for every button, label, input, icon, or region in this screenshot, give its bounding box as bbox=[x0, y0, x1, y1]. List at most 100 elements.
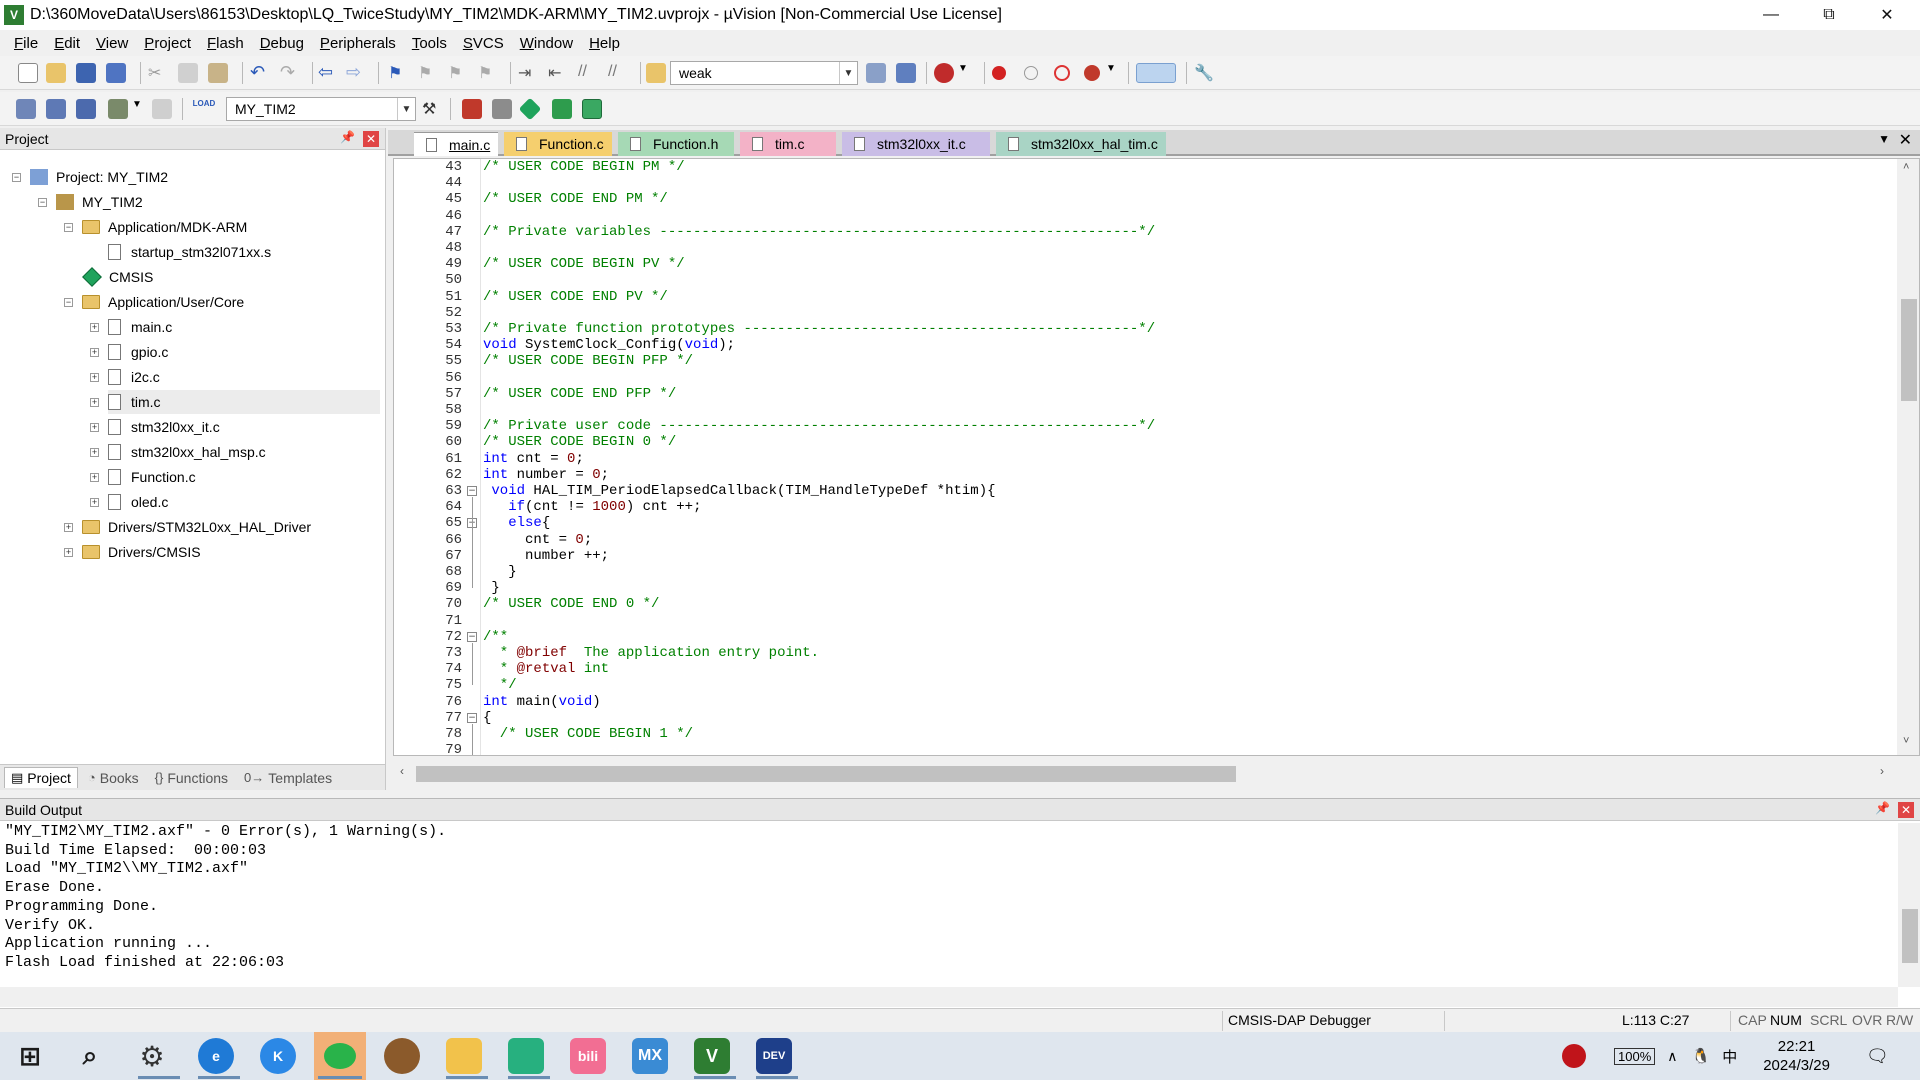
expand-icon[interactable]: + bbox=[90, 448, 99, 457]
panel-tab-functions[interactable]: {} Functions bbox=[149, 768, 234, 788]
code-line[interactable]: 47 /* Private variables -----------------… bbox=[394, 224, 1919, 240]
tree-item[interactable]: − Project: MY_TIM2 bbox=[12, 165, 380, 189]
uncomment-icon[interactable]: // bbox=[608, 63, 628, 83]
menu-file[interactable]: File bbox=[6, 35, 46, 52]
code-line[interactable]: 54 void SystemClock_Config(void); bbox=[394, 337, 1919, 353]
kill-breakpoints-icon[interactable] bbox=[1054, 65, 1070, 81]
code-line[interactable]: 58 bbox=[394, 402, 1919, 418]
stop-build-icon[interactable] bbox=[152, 99, 172, 119]
tab-stm32l0xx_it-c[interactable]: stm32l0xx_it.c bbox=[842, 132, 990, 156]
tree-item[interactable]: − Application/User/Core bbox=[64, 290, 380, 314]
settings-gear-icon[interactable]: ⚙ bbox=[134, 1038, 170, 1074]
disable-breakpoint-icon[interactable] bbox=[1024, 66, 1038, 80]
menu-project[interactable]: Project bbox=[136, 35, 199, 52]
select-software-packs-icon[interactable] bbox=[552, 99, 572, 119]
manage-run-time-environment-icon[interactable] bbox=[518, 97, 542, 121]
fold-icon[interactable]: − bbox=[467, 631, 477, 642]
code-line[interactable]: 68 } bbox=[394, 564, 1919, 580]
navigate-forward-icon[interactable]: ⇨ bbox=[346, 63, 366, 83]
menu-tools[interactable]: Tools bbox=[404, 35, 455, 52]
configure-icon[interactable]: 🔧 bbox=[1194, 63, 1214, 83]
expand-icon[interactable]: + bbox=[90, 473, 99, 482]
chevron-down-icon[interactable]: ▼ bbox=[397, 98, 415, 120]
fold-icon[interactable]: − bbox=[467, 712, 477, 723]
clear-bookmarks-icon[interactable]: ⚑ bbox=[478, 63, 498, 83]
code-line[interactable]: 69 } bbox=[394, 580, 1919, 596]
code-line[interactable]: 65− else{ bbox=[394, 515, 1919, 531]
code-line[interactable]: 66 cnt = 0; bbox=[394, 532, 1919, 548]
edge-browser-icon[interactable]: e bbox=[198, 1038, 234, 1074]
security-app-icon[interactable] bbox=[1562, 1044, 1586, 1068]
scroll-down-icon[interactable]: ˅ bbox=[1903, 735, 1909, 747]
k-app-icon[interactable]: K bbox=[260, 1038, 296, 1074]
code-line[interactable]: 55 /* USER CODE BEGIN PFP */ bbox=[394, 353, 1919, 369]
bookmark-icon[interactable]: ⚑ bbox=[388, 63, 408, 83]
batch-build-icon[interactable] bbox=[108, 99, 128, 119]
tree-item[interactable]: + tim.c bbox=[90, 390, 380, 414]
code-line[interactable]: 75 */ bbox=[394, 677, 1919, 693]
code-line[interactable]: 49 /* USER CODE BEGIN PV */ bbox=[394, 256, 1919, 272]
close-icon[interactable]: ✕ bbox=[363, 131, 379, 147]
cut-icon[interactable]: ✂ bbox=[148, 63, 168, 83]
next-bookmark-icon[interactable]: ⚑ bbox=[448, 63, 468, 83]
menu-peripherals[interactable]: Peripherals bbox=[312, 35, 404, 52]
code-line[interactable]: 74 * @retval int bbox=[394, 661, 1919, 677]
unindent-icon[interactable]: ⇤ bbox=[548, 63, 568, 83]
debug-session-icon[interactable] bbox=[934, 63, 954, 83]
collapse-icon[interactable]: − bbox=[64, 223, 73, 232]
close-icon[interactable]: ✕ bbox=[1898, 802, 1914, 818]
chevron-down-icon[interactable]: ▼ bbox=[839, 62, 857, 84]
panel-tab-project[interactable]: ▤ Project bbox=[4, 767, 78, 788]
expand-icon[interactable]: + bbox=[90, 373, 99, 382]
menu-help[interactable]: Help bbox=[581, 35, 628, 52]
expand-icon[interactable]: + bbox=[90, 348, 99, 357]
windows-start-icon[interactable]: ⊞ bbox=[12, 1038, 48, 1074]
panel-tab-books[interactable]: ◔ Books bbox=[82, 768, 145, 788]
restore-button[interactable]: ⧉ bbox=[1800, 0, 1858, 30]
panel-tab-templates[interactable]: 0→ Templates bbox=[238, 768, 338, 788]
code-line[interactable]: 56 bbox=[394, 370, 1919, 386]
undo-icon[interactable]: ↶ bbox=[250, 63, 270, 83]
bilibili-icon[interactable]: bili bbox=[570, 1038, 606, 1074]
menu-debug[interactable]: Debug bbox=[252, 35, 312, 52]
window-layout-icon[interactable] bbox=[1136, 63, 1176, 83]
game-app-icon[interactable] bbox=[384, 1038, 420, 1074]
options-for-target-icon[interactable]: ⚒ bbox=[422, 99, 442, 119]
stm32cubemx-icon[interactable]: MX bbox=[632, 1038, 668, 1074]
code-line[interactable]: 78 /* USER CODE BEGIN 1 */ bbox=[394, 726, 1919, 742]
code-line[interactable]: 71 bbox=[394, 613, 1919, 629]
notifications-icon[interactable]: 🗨 bbox=[1866, 1046, 1889, 1067]
tree-item[interactable]: startup_stm32l071xx.s bbox=[108, 240, 380, 264]
download-icon[interactable]: LOAD bbox=[192, 99, 216, 119]
code-line[interactable]: 59 /* Private user code -----------------… bbox=[394, 418, 1919, 434]
translate-icon[interactable] bbox=[16, 99, 36, 119]
code-line[interactable]: 45 /* USER CODE END PM */ bbox=[394, 191, 1919, 207]
code-line[interactable]: 61 int cnt = 0; bbox=[394, 451, 1919, 467]
tree-item[interactable]: + i2c.c bbox=[90, 365, 380, 389]
tree-item[interactable]: + Function.c bbox=[90, 465, 380, 489]
pin-icon[interactable]: 📌 bbox=[1875, 801, 1890, 815]
expand-icon[interactable]: + bbox=[64, 523, 73, 532]
wechat-icon[interactable] bbox=[314, 1032, 366, 1080]
tab-tim-c[interactable]: tim.c bbox=[740, 132, 836, 156]
tree-item[interactable]: − MY_TIM2 bbox=[38, 190, 380, 214]
chevron-up-icon[interactable]: ∧ bbox=[1667, 1048, 1677, 1065]
code-line[interactable]: 43 /* USER CODE BEGIN PM */ bbox=[394, 159, 1919, 175]
expand-icon[interactable]: + bbox=[64, 548, 73, 557]
scroll-up-icon[interactable]: ˄ bbox=[1903, 161, 1909, 173]
search-icon[interactable]: ⌕ bbox=[72, 1038, 108, 1074]
redo-icon[interactable]: ↷ bbox=[280, 63, 300, 83]
code-line[interactable]: 48 bbox=[394, 240, 1919, 256]
code-line[interactable]: 53 /* Private function prototypes -------… bbox=[394, 321, 1919, 337]
tab-main-c[interactable]: main.c bbox=[414, 132, 498, 156]
expand-icon[interactable]: + bbox=[90, 423, 99, 432]
code-line[interactable]: 79 bbox=[394, 742, 1919, 755]
tree-item[interactable]: CMSIS bbox=[82, 265, 380, 289]
code-line[interactable]: 44 bbox=[394, 175, 1919, 191]
build-icon[interactable] bbox=[46, 99, 66, 119]
expand-icon[interactable]: + bbox=[90, 498, 99, 507]
pin-icon[interactable]: 📌 bbox=[340, 130, 355, 144]
copy-icon[interactable] bbox=[178, 63, 198, 83]
expand-icon[interactable]: + bbox=[90, 398, 99, 407]
code-line[interactable]: 70 /* USER CODE END 0 */ bbox=[394, 596, 1919, 612]
